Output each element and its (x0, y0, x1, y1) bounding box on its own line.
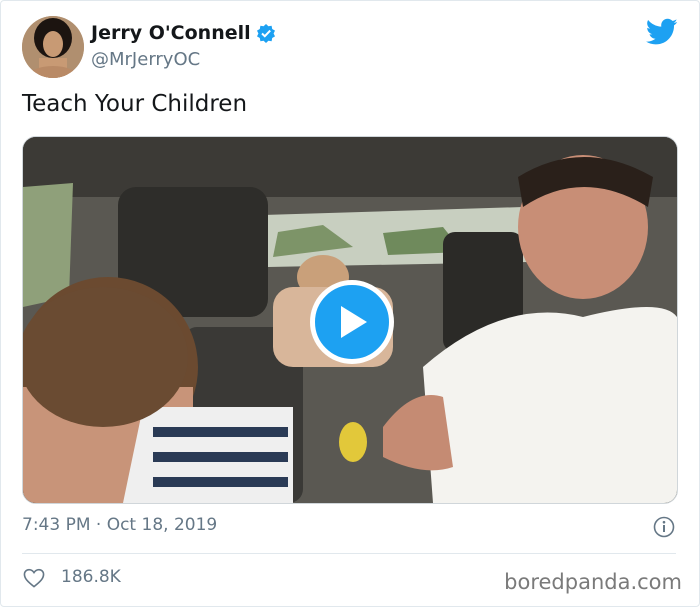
info-icon[interactable] (653, 516, 675, 538)
twitter-bird-icon[interactable] (645, 18, 678, 46)
play-icon (341, 306, 367, 338)
tweet-text: Teach Your Children (22, 91, 248, 117)
tweet-timestamp[interactable]: 7:43 PM · Oct 18, 2019 (22, 515, 217, 535)
author-handle[interactable]: @MrJerryOC (91, 49, 200, 70)
author-display-name[interactable]: Jerry O'Connell (91, 22, 251, 44)
play-button[interactable] (310, 280, 394, 364)
author-name-row: Jerry O'Connell (91, 22, 276, 44)
avatar[interactable] (22, 16, 84, 78)
video-player[interactable] (22, 136, 678, 504)
heart-icon[interactable] (23, 568, 45, 588)
like-count: 186.8K (61, 567, 121, 587)
watermark: boredpanda.com (504, 570, 682, 594)
verified-badge-icon (256, 23, 276, 43)
divider (22, 553, 676, 554)
